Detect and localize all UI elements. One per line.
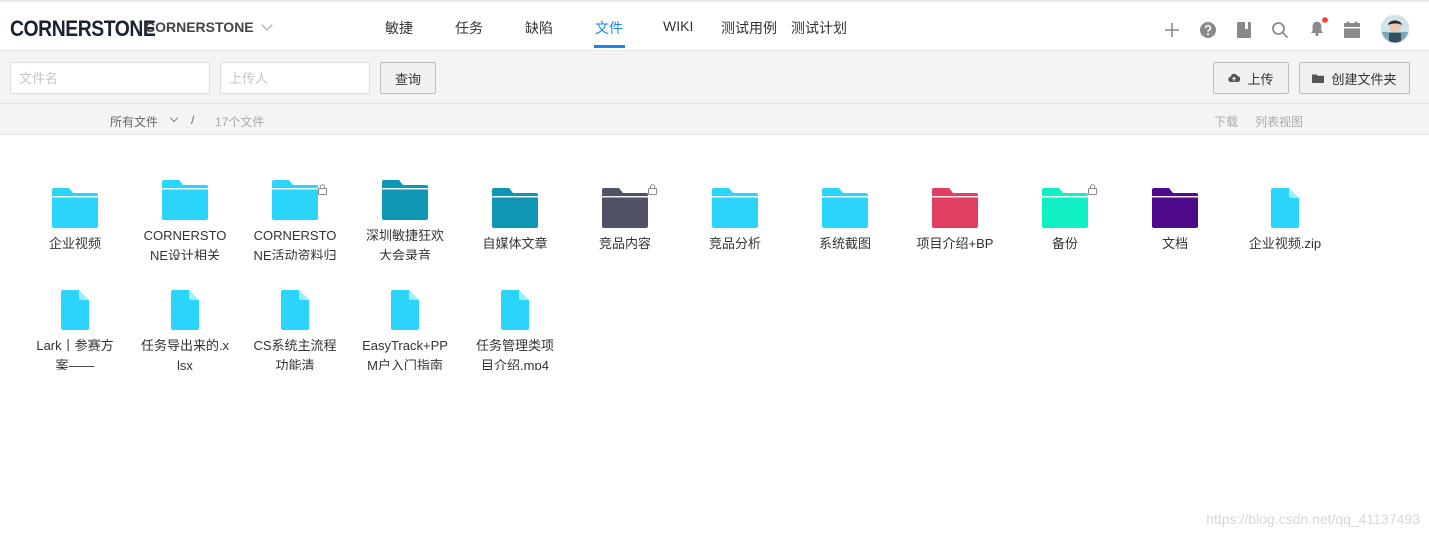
watermark: https://blog.csdn.net/qq_41137493 [1206, 511, 1420, 527]
filter-toolbar: 查询 上传 创建文件夹 [0, 51, 1429, 104]
file-item[interactable]: 企业视频.zip [1230, 180, 1340, 260]
item-name: CS系统主流程功能清 [253, 338, 337, 370]
file-icon [1255, 180, 1315, 228]
item-name: 深圳敏捷狂欢大会录音 [365, 228, 444, 260]
file-grid: 企业视频 CORNERSTONE设计相关 CORNERSTONE活动资料归档深圳敏捷… [20, 180, 1360, 370]
item-name: EasyTrack+PPM户入门指南 [362, 338, 448, 370]
folder-item[interactable]: 文档 [1120, 180, 1230, 260]
item-name: 任务管理类项目介绍.mp4 [475, 338, 554, 370]
folder-item[interactable]: 备份 [1010, 180, 1120, 260]
item-name: 竞品分析 [708, 236, 761, 251]
project-switcher[interactable]: CORNERSTONE [145, 18, 273, 35]
folder-icon [925, 180, 985, 228]
plus-icon[interactable] [1164, 22, 1180, 38]
lock-icon [1088, 184, 1097, 195]
file-icon [155, 290, 215, 331]
item-name: Lark丨参赛方案—— [36, 338, 114, 370]
folder-icon [595, 180, 657, 228]
nav-item-wiki[interactable]: WIKI [663, 18, 693, 34]
top-navbar: CORNERSTONE CORNERSTONE 敏捷 任务 缺陷 文件 WIKI… [0, 0, 1429, 51]
filename-input[interactable] [10, 62, 210, 94]
create-folder-button[interactable]: 创建文件夹 [1299, 62, 1410, 94]
folder-item[interactable]: 深圳敏捷狂欢大会录音 [350, 180, 460, 260]
file-icon [265, 290, 325, 331]
create-folder-button-label: 创建文件夹 [1331, 71, 1397, 87]
item-name: 竞品内容 [598, 236, 651, 251]
item-name: 文档 [1161, 236, 1188, 251]
item-name: 项目介绍+BP [916, 236, 994, 251]
folder-item[interactable]: CORNERSTONE活动资料归档 [240, 180, 350, 260]
file-count: 17个文件 [215, 115, 265, 129]
folder-item[interactable]: CORNERSTONE设计相关 [130, 180, 240, 260]
file-item[interactable]: 任务管理类项目介绍.mp4 [460, 290, 570, 370]
file-item[interactable]: 任务导出来的.xlsx [130, 290, 240, 370]
calendar-icon[interactable] [1343, 21, 1361, 39]
file-icon [485, 290, 545, 331]
folder-icon [485, 180, 545, 228]
item-name: CORNERSTONE设计相关 [143, 228, 227, 260]
project-name: CORNERSTONE [145, 19, 254, 35]
item-name: 系统截图 [818, 236, 871, 251]
folder-icon [45, 180, 105, 228]
folder-item[interactable]: 系统截图 [790, 180, 900, 260]
nav-item-test-cases[interactable]: 测试用例 [721, 18, 777, 38]
list-view-button[interactable]: 列表视图 [1255, 113, 1303, 130]
app-logo[interactable]: CORNERSTONE [10, 16, 156, 42]
folder-icon [265, 180, 327, 221]
folder-icon [815, 180, 875, 228]
item-name: 企业视频.zip [1248, 236, 1322, 251]
file-icon [375, 290, 435, 331]
folder-item[interactable]: 竞品分析 [680, 180, 790, 260]
folder-item[interactable]: 企业视频 [20, 180, 130, 260]
upload-button-label: 上传 [1247, 71, 1274, 87]
uploader-input[interactable] [220, 62, 370, 94]
item-name: 备份 [1051, 236, 1078, 251]
breadcrumb: 所有文件 / 17个文件 下载 列表视图 [0, 104, 1429, 135]
folder-item[interactable]: 自媒体文章 [460, 180, 570, 260]
item-name: 企业视频 [48, 236, 101, 251]
folder-item[interactable]: 竞品内容 [570, 180, 680, 260]
breadcrumb-all-files[interactable]: 所有文件 [110, 113, 158, 130]
folder-icon [705, 180, 765, 228]
folder-icon [1312, 74, 1325, 83]
avatar[interactable] [1380, 14, 1410, 44]
file-item[interactable]: Lark丨参赛方案—— [20, 290, 130, 370]
folder-icon [1145, 180, 1205, 228]
help-icon[interactable] [1199, 21, 1217, 39]
chevron-down-icon [260, 18, 273, 31]
item-name: CORNERSTONE活动资料归档 [253, 228, 337, 260]
cloud-upload-icon [1228, 73, 1241, 83]
book-icon[interactable] [1236, 21, 1252, 39]
chevron-down-icon[interactable] [169, 113, 179, 123]
folder-icon [1035, 180, 1097, 228]
active-tab-indicator [594, 45, 625, 48]
nav-item-tasks[interactable]: 任务 [455, 18, 483, 38]
folder-icon [155, 180, 215, 221]
nav-item-test-plans[interactable]: 测试计划 [791, 18, 847, 38]
folder-icon [375, 180, 435, 221]
breadcrumb-separator: / [191, 113, 195, 127]
nav-item-defects[interactable]: 缺陷 [525, 18, 553, 38]
nav-item-agile[interactable]: 敏捷 [385, 18, 413, 38]
upload-button[interactable]: 上传 [1213, 62, 1289, 94]
lock-icon [648, 184, 657, 195]
query-button[interactable]: 查询 [380, 62, 436, 94]
item-name: 任务导出来的.xlsx [140, 338, 230, 370]
folder-item[interactable]: 项目介绍+BP [900, 180, 1010, 260]
lock-icon [318, 184, 327, 195]
nav-item-files[interactable]: 文件 [595, 18, 623, 38]
bell-icon[interactable] [1307, 16, 1329, 38]
search-icon[interactable] [1271, 21, 1289, 39]
file-icon [45, 290, 105, 331]
query-button-label: 查询 [394, 71, 421, 87]
file-item[interactable]: CS系统主流程功能清 [240, 290, 350, 370]
file-item[interactable]: EasyTrack+PPM户入门指南 [350, 290, 460, 370]
item-name: 自媒体文章 [482, 236, 548, 251]
download-button[interactable]: 下载 [1214, 113, 1238, 130]
